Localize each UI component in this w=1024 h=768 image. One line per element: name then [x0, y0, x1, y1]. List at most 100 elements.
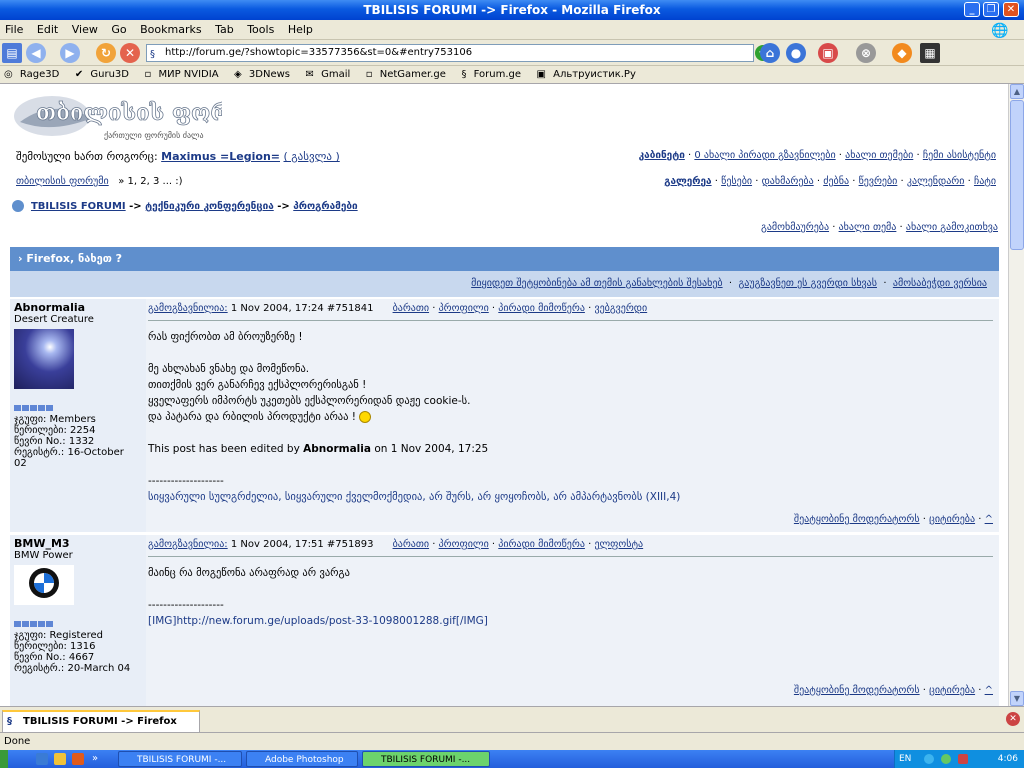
new-topic-link[interactable]: ახალი თემა [839, 222, 897, 233]
breadcrumb-forum[interactable]: პროგრამები [293, 201, 357, 212]
posted-label[interactable]: გამოგზავნილია: [148, 303, 228, 314]
quote-link[interactable]: ციტირება [929, 514, 975, 525]
topic-title-bar: › Firefox, ნახეთ ? [10, 247, 999, 271]
pm-link[interactable]: პირადი მიმოწერა [498, 539, 585, 550]
menu-tab[interactable]: Tab [210, 20, 239, 40]
start-button[interactable] [0, 750, 8, 768]
report-link[interactable]: შეატყობინე მოდერატორს [794, 514, 920, 525]
bookmark-3dnews[interactable]: ◈ 3DNews [230, 66, 298, 84]
new-poll-link[interactable]: ახალი გამოკითხვა [906, 222, 998, 233]
cabinet-link[interactable]: კაბინეტი [639, 150, 685, 161]
menu-edit[interactable]: Edit [32, 20, 63, 40]
reply-link[interactable]: გამოხმაურება [761, 222, 829, 233]
top-link[interactable]: ^ [985, 514, 993, 525]
task-firefox-active[interactable]: TBILISIS FORUMI -... [362, 751, 490, 767]
page-numbers[interactable]: » 1, 2, 3 ... :) [118, 176, 182, 187]
post-author-name[interactable]: Abnormalia [14, 301, 136, 314]
quicklaunch-firefox-icon[interactable] [72, 753, 84, 765]
vertical-scrollbar[interactable]: ▲ ▼ [1008, 84, 1024, 706]
forum-logo[interactable]: თბილისის ფორუმი ქართული ფორუმის ძალა [12, 90, 274, 148]
stop-button[interactable]: ✕ [120, 43, 140, 63]
topic-actions-bar: მიყიდეთ შეტყობინება ამ თემის განახლების … [10, 271, 999, 297]
bookmark-rage3d[interactable]: ◎ Rage3D [0, 66, 67, 84]
quicklaunch-expand-icon[interactable]: » [92, 753, 98, 764]
bookmark-nvidia[interactable]: ▫ МИР NVIDIA [141, 66, 227, 84]
card-link[interactable]: ბარათი [393, 303, 429, 314]
search-link[interactable]: ძებნა [823, 176, 849, 187]
calendar-link[interactable]: კალენდარი [907, 176, 965, 187]
network-icon[interactable] [924, 753, 935, 764]
pm-link[interactable]: პირადი მიმოწერა [498, 303, 585, 314]
logout-link[interactable]: ( გასვლა ) [284, 150, 340, 163]
language-indicator[interactable]: EN [899, 754, 911, 764]
posted-label[interactable]: გამოგზავნილია: [148, 539, 228, 550]
url-bar[interactable]: § http://forum.ge/?showtopic=33577356&st… [146, 44, 771, 62]
scroll-down-button[interactable]: ▼ [1010, 691, 1024, 706]
print-version-link[interactable]: ამოსაბეჭდი ვერსია [893, 278, 987, 289]
website-link[interactable]: ვებგვერდი [594, 303, 647, 314]
menu-file[interactable]: File [0, 20, 28, 40]
menu-bookmarks[interactable]: Bookmarks [135, 20, 206, 40]
reload-button[interactable]: ↻ [96, 43, 116, 63]
post-author-name[interactable]: BMW_M3 [14, 537, 136, 550]
new-topics-link[interactable]: ახალი თემები [845, 150, 913, 161]
menu-view[interactable]: View [67, 20, 103, 40]
close-button[interactable]: ✕ [1003, 2, 1019, 17]
signature: [IMG]http://new.forum.ge/uploads/post-33… [148, 615, 488, 627]
task-tbilisis-forumi[interactable]: TBILISIS FORUMI -... [118, 751, 242, 767]
quote-link[interactable]: ციტირება [929, 685, 975, 696]
bookmark-altruistik[interactable]: ▣ Альтруистик.Ру [533, 66, 644, 84]
breadcrumb-root[interactable]: TBILISIS FORUMI [31, 201, 126, 212]
assistant-link[interactable]: ჩემი ასისტენტი [923, 150, 996, 161]
username-link[interactable]: Maximus =Legion= [161, 150, 280, 163]
forward-button[interactable]: ▶ [60, 43, 80, 63]
bookmark-guru3d[interactable]: ✔ Guru3D [71, 66, 137, 84]
post-date: 1 Nov 2004, 17:51 [230, 539, 324, 550]
profile-link[interactable]: პროფილი [439, 539, 489, 550]
block-icon[interactable]: ⊗ [856, 43, 876, 63]
quicklaunch-ie-icon[interactable] [36, 753, 48, 765]
send-page-link[interactable]: გაუგზავნეთ ეს გვერდი სხვას [738, 278, 877, 289]
page-content: თბილისის ფორუმი ქართული ფორუმის ძალა შემ… [0, 84, 1008, 706]
forum-home-link[interactable]: თბილისის ფორუმი [16, 176, 109, 187]
sidebar-icon[interactable]: ▤ [2, 43, 22, 63]
bookmark-gmail[interactable]: ✉ Gmail [302, 66, 359, 84]
menu-tools[interactable]: Tools [242, 20, 279, 40]
scroll-up-button[interactable]: ▲ [1010, 84, 1024, 99]
report-link[interactable]: შეატყობინე მოდერატორს [794, 685, 920, 696]
back-button[interactable]: ◀ [26, 43, 46, 63]
bookmark-netgamer[interactable]: ▫ NetGamer.ge [362, 66, 454, 84]
tab-active[interactable]: § TBILISIS FORUMI -> Firefox [2, 710, 200, 732]
subscribe-link[interactable]: მიყიდეთ შეტყობინება ამ თემის განახლების … [471, 278, 722, 289]
translate-icon[interactable]: ● [786, 43, 806, 63]
top-link[interactable]: ^ [985, 685, 993, 696]
antivirus-icon[interactable] [958, 753, 969, 764]
minimize-button[interactable]: _ [964, 2, 980, 17]
status-bar: Done [0, 732, 1024, 750]
chat-link[interactable]: ჩატი [974, 176, 996, 187]
members-link[interactable]: წევრები [859, 176, 898, 187]
post-entry-number[interactable]: #751841 [327, 303, 374, 314]
download-icon[interactable]: ▦ [920, 43, 940, 63]
menu-go[interactable]: Go [106, 20, 131, 40]
menu-help[interactable]: Help [283, 20, 318, 40]
task-photoshop[interactable]: Adobe Photoshop [246, 751, 358, 767]
post-entry-number[interactable]: #751893 [327, 539, 374, 550]
profile-link[interactable]: პროფილი [439, 303, 489, 314]
card-link[interactable]: ბარათი [393, 539, 429, 550]
cake-icon[interactable]: ◆ [892, 43, 912, 63]
rules-link[interactable]: წესები [721, 176, 752, 187]
quicklaunch-messenger-icon[interactable] [54, 753, 66, 765]
home-button[interactable]: ⌂ [760, 43, 780, 63]
close-tab-button[interactable]: ✕ [1006, 712, 1020, 726]
print-icon[interactable]: ▣ [818, 43, 838, 63]
breadcrumb-category[interactable]: ტექნიკური კონფერენცია [145, 201, 274, 212]
maximize-button[interactable]: ❐ [983, 2, 999, 17]
new-messages-link[interactable]: 0 ახალი პირადი გზავნილები [694, 150, 835, 161]
help-link[interactable]: დახმარება [762, 176, 814, 187]
gallery-link[interactable]: გალერეა [664, 176, 711, 187]
scroll-thumb[interactable] [1010, 100, 1024, 250]
email-link[interactable]: ელფოსტა [594, 539, 643, 550]
security-icon[interactable] [941, 753, 952, 764]
bookmark-forum-ge[interactable]: § Forum.ge [457, 66, 529, 84]
